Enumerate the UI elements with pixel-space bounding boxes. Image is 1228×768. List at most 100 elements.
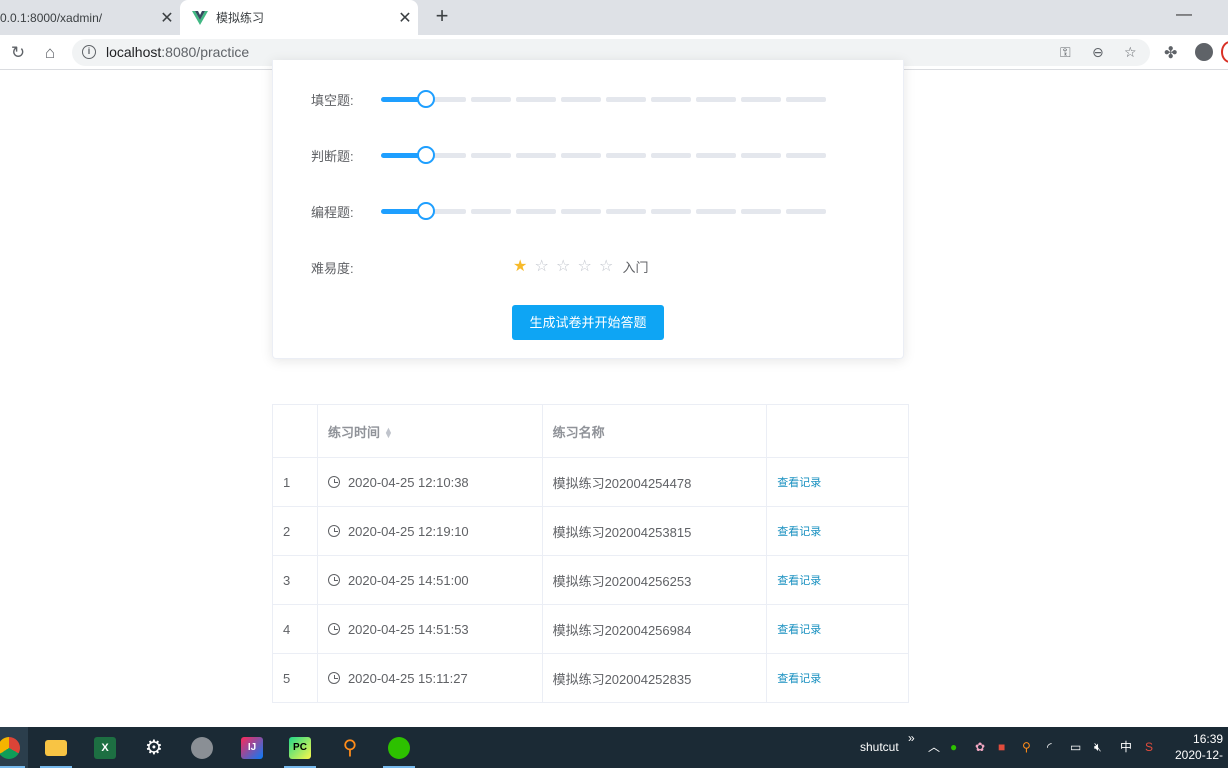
table-row: 1 2020-04-25 12:10:38 模拟练习202004254478 查… (272, 457, 909, 507)
file-explorer-icon[interactable] (37, 727, 75, 768)
difficulty-label: 难易度: (311, 261, 354, 276)
index-header (272, 404, 318, 458)
app-moon-icon[interactable] (183, 727, 221, 768)
view-record-link[interactable]: 查看记录 (777, 575, 821, 587)
row-time: 2020-04-25 14:51:00 (316, 555, 543, 605)
view-record-link[interactable]: 查看记录 (777, 673, 821, 685)
excel-icon[interactable]: X (86, 727, 124, 768)
pycharm-icon[interactable]: PC (281, 727, 319, 768)
difficulty-rating[interactable]: ★ ☆ ☆ ☆ ☆ 入门 (513, 256, 649, 276)
action-header (766, 404, 909, 458)
view-record-link[interactable]: 查看记录 (777, 526, 821, 538)
sogou-ime-icon[interactable]: S (1145, 727, 1153, 768)
close-tab-icon[interactable]: ✕ (154, 8, 180, 28)
row-index: 3 (272, 555, 318, 605)
row-name: 模拟练习202004256984 (541, 604, 768, 654)
browser-tab-strip: 0.0.1:8000/xadmin/ ✕ 模拟练习 ✕ + — (0, 0, 1228, 35)
time-value: 2020-04-25 15:11:27 (347, 670, 468, 686)
time-value: 2020-04-25 12:19:10 (347, 523, 469, 539)
bookmark-star-icon[interactable]: ☆ (1124, 39, 1137, 66)
search-tray-icon[interactable]: ⚲ (1022, 727, 1031, 768)
home-icon[interactable]: ⌂ (38, 41, 62, 65)
sort-icon[interactable]: ▲ ▼ (384, 426, 393, 440)
intellij-icon[interactable]: IJ (233, 727, 271, 768)
vue-logo-icon (192, 10, 208, 25)
row-time: 2020-04-25 12:19:10 (316, 506, 543, 556)
row-name: 模拟练习202004252835 (541, 653, 768, 703)
clock-icon (327, 524, 340, 537)
star-icon[interactable]: ☆ (556, 256, 578, 276)
time-header-label: 练习时间 (327, 424, 380, 440)
volume-muted-icon[interactable]: 🔇︎ (1094, 727, 1102, 768)
slider-thumb[interactable] (417, 202, 435, 220)
true-false-label: 判断题: (311, 149, 354, 164)
show-hidden-icons-icon[interactable]: ︿ (928, 727, 940, 768)
ime-indicator[interactable]: 中 (1120, 727, 1132, 768)
settings-gear-icon[interactable]: ⚙ (135, 727, 173, 768)
search-app-icon[interactable]: ⚲ (331, 727, 369, 768)
practice-settings-card: 填空题: 判断题: 编程题: 难易度: ★ ☆ ☆ ☆ ☆ 入门 生成试卷并开始… (272, 60, 904, 359)
clock-time: 16:39 (1193, 732, 1224, 746)
clock-icon (327, 573, 340, 586)
programming-label: 编程题: (311, 205, 354, 220)
row-index: 2 (272, 506, 318, 556)
slider-thumb[interactable] (417, 90, 435, 108)
clock-icon (327, 475, 340, 488)
row-action: 查看记录 (766, 506, 909, 556)
row-action: 查看记录 (766, 653, 909, 703)
true-false-slider[interactable] (381, 146, 831, 164)
zoom-icon[interactable]: ⊖ (1092, 39, 1104, 66)
tab-title: 0.0.1:8000/xadmin/ (0, 10, 103, 25)
star-icon[interactable]: ☆ (578, 256, 600, 276)
time-value: 2020-04-25 14:51:00 (347, 572, 469, 588)
reload-icon[interactable]: ↻ (6, 41, 30, 65)
windows-taskbar: X ⚙ IJ PC ⚲ shutcut » ︿ ● ✿ ■ ⚲ ◜ ▭ 🔇︎ 中… (0, 727, 1228, 768)
profile-avatar-icon[interactable] (1195, 43, 1213, 61)
wechat-tray-icon[interactable]: ● (950, 727, 957, 768)
row-name: 模拟练习202004253815 (541, 506, 768, 556)
generate-paper-button[interactable]: 生成试卷并开始答题 (512, 305, 664, 340)
site-info-icon[interactable]: i (82, 45, 96, 59)
clock-icon (327, 622, 340, 635)
star-icon[interactable]: ☆ (535, 256, 557, 276)
clock-date: 2020-12- (1175, 748, 1224, 762)
fill-blank-slider[interactable] (381, 90, 831, 108)
battery-icon[interactable]: ▭ (1070, 727, 1081, 768)
row-index: 4 (272, 604, 318, 654)
extensions-icon[interactable]: ✤ (1164, 43, 1177, 63)
fill-blank-label: 填空题: (311, 93, 354, 108)
slider-thumb[interactable] (417, 146, 435, 164)
minimize-window-icon[interactable]: — (1176, 6, 1192, 24)
practice-history-table: 练习时间 ▲ ▼ 练习名称 1 2020-04-25 12:10:38 模拟练习20… (272, 404, 909, 703)
tab-xadmin[interactable]: 0.0.1:8000/xadmin/ ✕ (0, 0, 180, 35)
key-icon[interactable]: ⚿ (1060, 39, 1071, 66)
chrome-taskbar-icon[interactable] (0, 727, 28, 768)
tray-label[interactable]: shutcut (860, 727, 899, 768)
star-icon[interactable]: ★ (513, 256, 535, 276)
new-tab-button[interactable]: + (430, 5, 454, 29)
update-indicator-icon[interactable] (1221, 41, 1228, 63)
tab-title: 模拟练习 (216, 11, 265, 25)
row-time: 2020-04-25 15:11:27 (316, 653, 543, 703)
star-icon[interactable]: ☆ (599, 256, 621, 276)
wifi-icon[interactable]: ◜ (1047, 727, 1052, 768)
row-index: 1 (272, 457, 318, 507)
tab-practice[interactable]: 模拟练习 ✕ (180, 0, 418, 35)
table-row: 4 2020-04-25 14:51:53 模拟练习202004256984 查… (272, 604, 909, 654)
time-value: 2020-04-25 12:10:38 (347, 474, 469, 490)
table-header-row: 练习时间 ▲ ▼ 练习名称 (272, 404, 909, 458)
time-header[interactable]: 练习时间 ▲ ▼ (316, 404, 543, 458)
flower-tray-icon[interactable]: ✿ (975, 727, 985, 768)
taskbar-clock[interactable]: 16:39 2020-12- (1175, 731, 1223, 763)
programming-slider[interactable] (381, 202, 831, 220)
url-path: :8080/practice (161, 44, 250, 60)
view-record-link[interactable]: 查看记录 (777, 624, 821, 636)
wechat-icon[interactable] (380, 727, 418, 768)
close-tab-icon[interactable]: ✕ (392, 8, 418, 28)
time-value: 2020-04-25 14:51:53 (347, 621, 469, 637)
view-record-link[interactable]: 查看记录 (777, 477, 821, 489)
row-index: 5 (272, 653, 318, 703)
row-action: 查看记录 (766, 604, 909, 654)
toolbar-expand-icon[interactable]: » (908, 727, 915, 768)
security-tray-icon[interactable]: ■ (998, 727, 1005, 768)
